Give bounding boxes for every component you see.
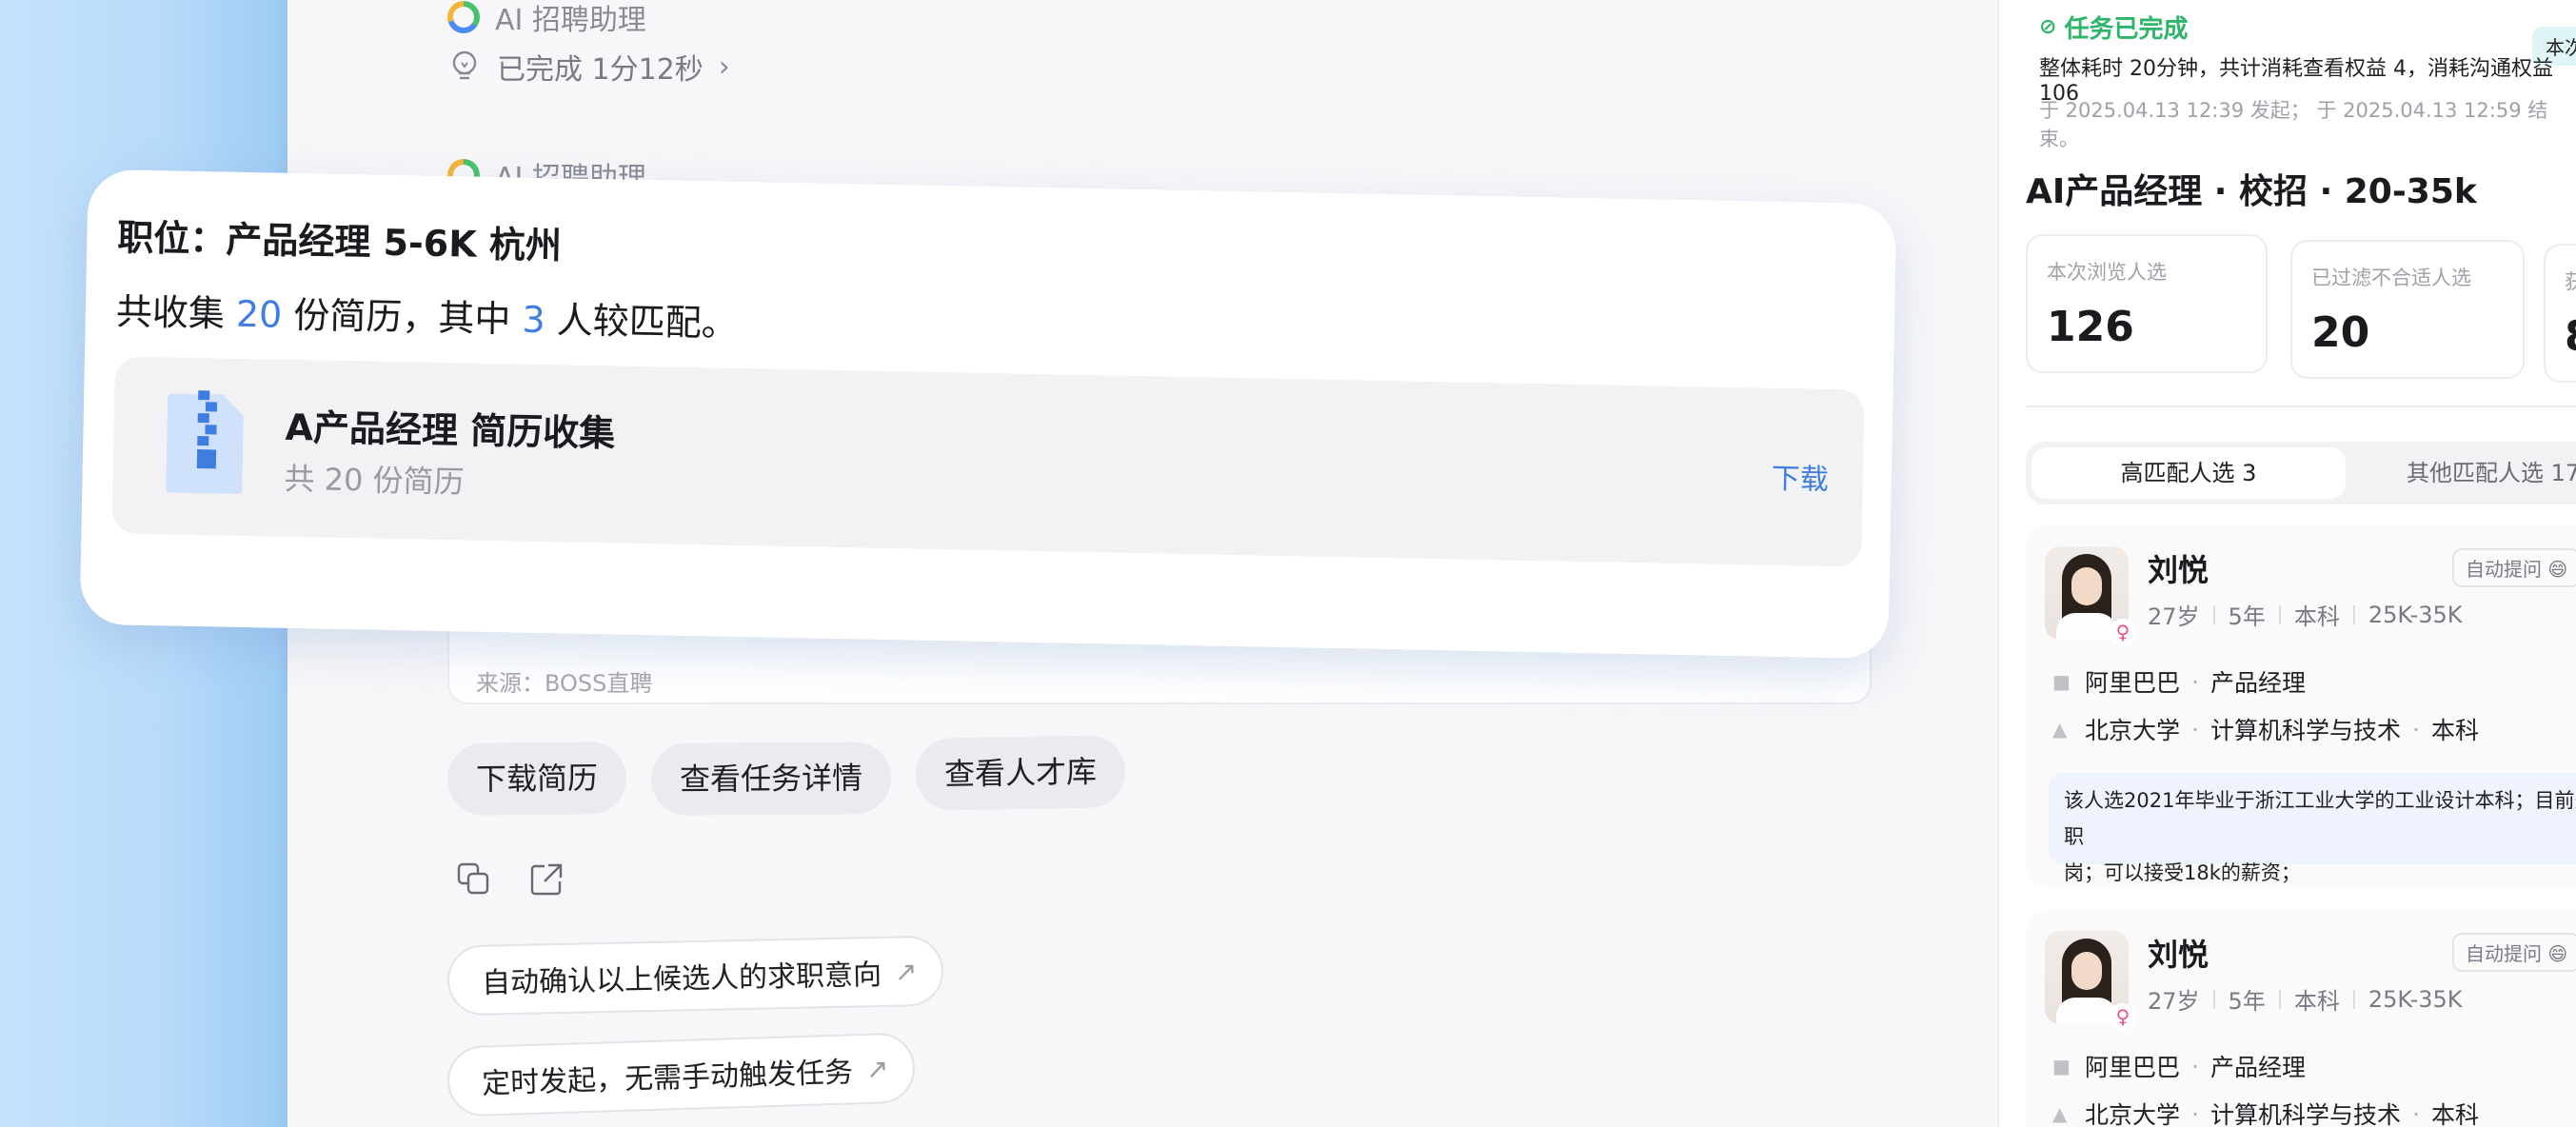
suggestion-chip[interactable]: 自动确认以上候选人的求职意向 ↗ bbox=[446, 935, 945, 1017]
file-name: A产品经理 简历收集 bbox=[285, 405, 616, 455]
job-title: AI产品经理 · 校招 · 20-35k bbox=[2026, 172, 2477, 211]
auto-question-tag: 自动提问 😄 bbox=[2452, 933, 2576, 972]
candidate-years: 5年 bbox=[2228, 603, 2266, 630]
completed-row[interactable]: 已完成 1分12秒 › bbox=[447, 46, 730, 88]
stat-label: 本次浏览人选 bbox=[2047, 261, 2167, 284]
arrow-up-right-icon: ↗ bbox=[865, 1052, 889, 1085]
bulb-icon bbox=[452, 50, 477, 80]
position-line: 职位：产品经理 5-6K 杭州 bbox=[116, 216, 563, 267]
candidate-degree: 本科 bbox=[2293, 603, 2340, 630]
graduation-cap-icon: ▲ bbox=[2052, 1102, 2068, 1125]
candidate-card[interactable]: ♀ 刘悦 27岁 5年 本科 25K-35K 自动提问 😄 ■ 阿里巴巴 · 产品… bbox=[2026, 525, 2576, 887]
candidate-degree: 本科 bbox=[2293, 988, 2340, 1015]
stat-card: 已过滤不合适人选 20 bbox=[2290, 240, 2525, 379]
check-circle-icon: ⊘ bbox=[2039, 15, 2057, 39]
candidate-meta: 27岁 5年 本科 25K-35K bbox=[2148, 598, 2463, 631]
summary-suffix: 人较匹配。 bbox=[556, 299, 739, 345]
view-task-details-button[interactable]: 查看任务详情 bbox=[650, 741, 892, 816]
female-icon: ♀ bbox=[2110, 619, 2136, 645]
assistant-logo-icon bbox=[447, 1, 480, 33]
completed-text: 已完成 1分12秒 bbox=[497, 53, 703, 87]
zip-file-icon bbox=[166, 390, 244, 494]
suggestion-chip[interactable]: 定时发起，无需手动触发任务 ↗ bbox=[446, 1032, 917, 1117]
message-tools bbox=[455, 860, 565, 899]
candidate-school: ▲ 北京大学 · 计算机科学与技术 · 本科 bbox=[2052, 1099, 2479, 1127]
stat-value: 20 bbox=[2311, 308, 2370, 357]
task-result-panel: ⊘ 任务已完成 本次 整体耗时 20分钟，共计消耗查看权益 4，消耗沟通权益 1… bbox=[1997, 0, 2576, 1127]
arrow-up-right-icon: ↗ bbox=[894, 955, 918, 988]
suggestion-label: 自动确认以上候选人的求职意向 bbox=[481, 958, 882, 1000]
stat-value: 8 bbox=[2565, 312, 2576, 361]
tab-other-match[interactable]: 其他匹配人选 17 bbox=[2407, 442, 2576, 504]
candidate-age: 27岁 bbox=[2148, 988, 2200, 1015]
candidate-salary: 25K-35K bbox=[2368, 601, 2463, 628]
briefcase-icon: ■ bbox=[2052, 1055, 2071, 1078]
briefcase-icon: ■ bbox=[2052, 670, 2071, 693]
candidate-school: ▲ 北京大学 · 计算机科学与技术 · 本科 bbox=[2052, 715, 2479, 745]
candidate-card[interactable]: ♀ 刘悦 27岁 5年 本科 25K-35K 自动提问 😄 ■ 阿里巴巴 · 产品… bbox=[2026, 910, 2576, 1127]
candidate-name: 刘悦 bbox=[2148, 937, 2209, 973]
action-buttons: 下载简历 查看任务详情 查看人才库 bbox=[446, 735, 1126, 816]
candidate-company: ■ 阿里巴巴 · 产品经理 bbox=[2052, 667, 2306, 698]
copy-icon[interactable] bbox=[455, 860, 493, 899]
file-meta: 共 20 份简历 bbox=[284, 460, 465, 501]
candidate-meta: 27岁 5年 本科 25K-35K bbox=[2148, 982, 2463, 1016]
file-attachment[interactable]: A产品经理 简历收集 共 20 份简历 下载 bbox=[111, 356, 1865, 567]
summary-line: 共收集 20 份简历，其中 3 人较匹配。 bbox=[115, 282, 738, 346]
candidate-name: 刘悦 bbox=[2148, 552, 2209, 588]
assistant-header-top: AI 招聘助理 bbox=[447, 0, 646, 38]
resume-count: 20 bbox=[235, 292, 283, 336]
resume-summary-card: 职位：产品经理 5-6K 杭州 共收集 20 份简历，其中 3 人较匹配。 A产… bbox=[79, 168, 1897, 660]
candidate-salary: 25K-35K bbox=[2368, 985, 2463, 1013]
source-label: 来源：BOSS直聘 bbox=[476, 670, 653, 697]
summary-mid: 份简历，其中 bbox=[293, 293, 511, 341]
candidate-years: 5年 bbox=[2228, 988, 2266, 1015]
stat-card: 获 8 bbox=[2544, 244, 2576, 383]
time-line: 于 2025.04.13 12:39 发起； 于 2025.04.13 12:5… bbox=[2039, 99, 2548, 150]
download-resume-button[interactable]: 下载简历 bbox=[446, 741, 627, 816]
chevron-right-icon: › bbox=[718, 49, 730, 84]
stat-card: 本次浏览人选 126 bbox=[2026, 234, 2268, 373]
auto-question-tag: 自动提问 😄 bbox=[2452, 548, 2576, 587]
stat-label: 已过滤不合适人选 bbox=[2311, 267, 2471, 289]
stat-value: 126 bbox=[2047, 303, 2134, 351]
stat-label: 获 bbox=[2565, 267, 2576, 295]
female-icon: ♀ bbox=[2110, 1003, 2136, 1030]
graduation-cap-icon: ▲ bbox=[2052, 718, 2068, 741]
suggestion-label: 定时发起，无需手动触发任务 bbox=[481, 1056, 854, 1101]
divider bbox=[2026, 405, 2576, 407]
candidate-age: 27岁 bbox=[2148, 603, 2200, 630]
candidate-tabs: 高匹配人选 3 其他匹配人选 17 bbox=[2026, 442, 2576, 504]
candidate-note: 该人选2021年毕业于浙江工业大学的工业设计本科；目前是离职 岗；可以接受18k… bbox=[2049, 773, 2576, 884]
task-status: ⊘ 任务已完成 bbox=[2039, 10, 2188, 45]
download-link[interactable]: 下载 bbox=[1771, 455, 1830, 498]
candidate-company: ■ 阿里巴巴 · 产品经理 bbox=[2052, 1052, 2306, 1082]
summary-prefix: 共收集 bbox=[115, 290, 226, 335]
status-text: 任务已完成 bbox=[2064, 15, 2189, 44]
share-icon[interactable] bbox=[527, 860, 565, 899]
assistant-name: AI 招聘助理 bbox=[495, 4, 646, 37]
tab-high-match[interactable]: 高匹配人选 3 bbox=[2031, 447, 2346, 499]
view-talent-pool-button[interactable]: 查看人才库 bbox=[915, 735, 1126, 811]
match-count: 3 bbox=[522, 298, 546, 342]
